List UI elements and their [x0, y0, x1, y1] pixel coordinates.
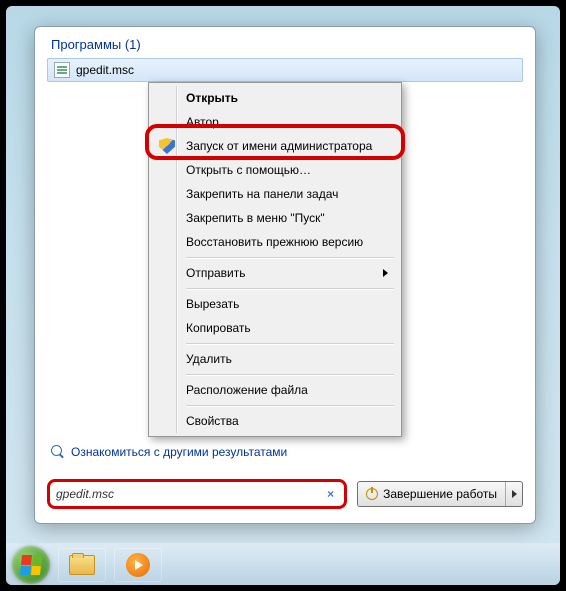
taskbar	[6, 543, 560, 585]
ctx-send-to[interactable]: Отправить	[152, 261, 398, 285]
ctx-copy[interactable]: Копировать	[152, 316, 398, 340]
ctx-properties[interactable]: Свойства	[152, 409, 398, 433]
search-icon	[51, 445, 65, 459]
ctx-separator	[186, 288, 394, 289]
more-results-label: Ознакомиться с другими результатами	[71, 445, 287, 459]
power-icon	[366, 488, 378, 500]
ctx-separator	[186, 343, 394, 344]
ctx-file-location[interactable]: Расположение файла	[152, 378, 398, 402]
taskbar-media-player-button[interactable]	[114, 548, 162, 582]
desktop-background: Программы (1) gpedit.msc Ознакомиться с …	[6, 6, 560, 585]
ctx-cut[interactable]: Вырезать	[152, 292, 398, 316]
ctx-separator	[186, 374, 394, 375]
ctx-separator	[186, 257, 394, 258]
uac-shield-icon	[159, 138, 175, 154]
programs-section-header: Программы (1)	[35, 27, 535, 56]
ctx-restore-version[interactable]: Восстановить прежнюю версию	[152, 230, 398, 254]
msc-file-icon	[54, 62, 70, 78]
ctx-open-with[interactable]: Открыть с помощью…	[152, 158, 398, 182]
file-explorer-icon	[69, 555, 95, 575]
taskbar-explorer-button[interactable]	[58, 548, 106, 582]
ctx-run-as-admin[interactable]: Запуск от имени администратора	[152, 134, 398, 158]
media-player-icon	[126, 553, 150, 577]
search-box-highlight: ×	[47, 479, 347, 509]
ctx-open[interactable]: Открыть	[152, 86, 398, 110]
start-menu-bottom-row: × Завершение работы	[47, 477, 523, 511]
shutdown-label: Завершение работы	[383, 487, 497, 501]
ctx-author[interactable]: Автор	[152, 110, 398, 134]
chevron-right-icon	[512, 490, 517, 498]
more-results-link[interactable]: Ознакомиться с другими результатами	[51, 445, 287, 459]
windows-logo-icon	[20, 555, 42, 575]
clear-search-button[interactable]: ×	[323, 487, 338, 501]
shutdown-button[interactable]: Завершение работы	[358, 482, 506, 506]
shutdown-split-button: Завершение работы	[357, 481, 523, 507]
submenu-arrow-icon	[383, 269, 388, 277]
search-input[interactable]	[56, 487, 323, 501]
search-result-label: gpedit.msc	[76, 63, 134, 77]
context-menu: Открыть Автор Запуск от имени администра…	[148, 82, 402, 437]
ctx-pin-start[interactable]: Закрепить в меню "Пуск"	[152, 206, 398, 230]
start-button[interactable]	[12, 546, 50, 584]
shutdown-options-button[interactable]	[506, 482, 522, 506]
search-result-gpedit[interactable]: gpedit.msc	[47, 58, 523, 82]
ctx-delete[interactable]: Удалить	[152, 347, 398, 371]
ctx-separator	[186, 405, 394, 406]
ctx-pin-taskbar[interactable]: Закрепить на панели задач	[152, 182, 398, 206]
